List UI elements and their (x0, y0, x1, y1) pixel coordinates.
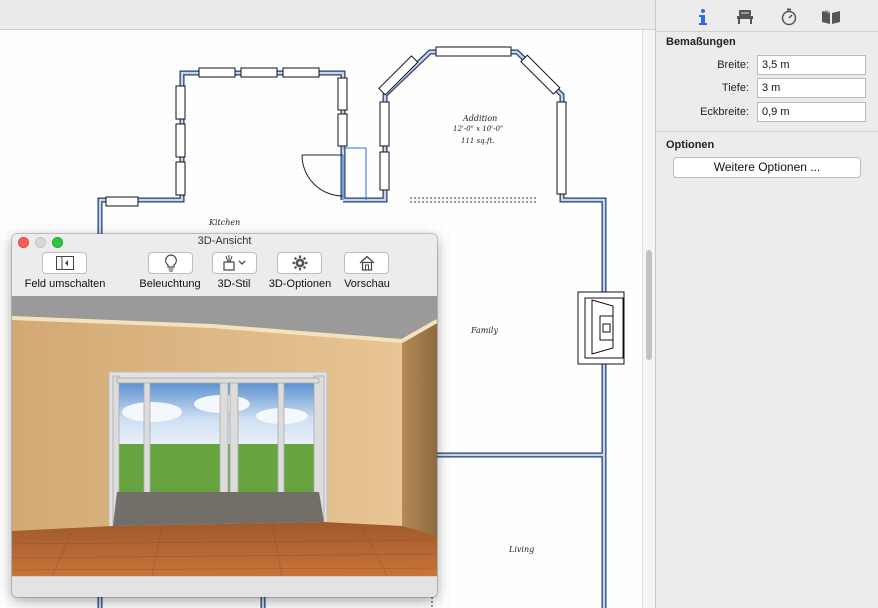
top-toolbar (0, 0, 655, 30)
dimensions-section-title: Bemaßungen (666, 36, 736, 48)
toggle-panel-label: Feld umschalten (24, 278, 106, 290)
room-dims-addition: 12'-0" x 10'-0" (453, 125, 504, 133)
scrollbar-thumb[interactable] (646, 250, 652, 360)
vertical-scrollbar[interactable] (642, 30, 655, 608)
preview-button[interactable] (344, 252, 389, 274)
sidebar-toggle-icon (55, 256, 74, 270)
room-label-living: Living (509, 545, 535, 554)
lighting-button[interactable] (148, 252, 193, 274)
corner-width-field[interactable] (757, 102, 866, 122)
3d-viewport[interactable] (12, 296, 437, 576)
fireplace-symbol (577, 291, 625, 365)
3d-style-button[interactable] (212, 252, 257, 274)
width-row: Breite: (656, 55, 878, 77)
room-label-family: Family (471, 326, 498, 335)
timer-icon[interactable] (778, 6, 800, 28)
3d-window-footer (12, 576, 437, 597)
app-window: Kitchen Addition 12'-0" x 10'-0" 111 sq.… (0, 0, 878, 608)
depth-row: Tiefe: (656, 78, 878, 100)
lightbulb-icon (164, 254, 177, 272)
preview-label: Vorschau (344, 278, 390, 290)
3d-view-title: 3D-Ansicht (197, 235, 252, 247)
room-label-kitchen: Kitchen (209, 218, 241, 227)
toggle-panel-button[interactable] (42, 252, 87, 274)
house-icon (359, 255, 374, 271)
inspector-panel: Bemaßungen Breite: Tiefe: Eckbreite: Opt… (655, 0, 878, 608)
3d-options-label: 3D-Optionen (268, 278, 332, 290)
info-icon[interactable] (692, 6, 714, 28)
3d-options-button[interactable] (277, 252, 322, 274)
options-section-title: Optionen (666, 139, 715, 151)
corner-width-label: Eckbreite: (700, 106, 749, 118)
corner-width-row: Eckbreite: (656, 102, 878, 124)
width-label: Breite: (717, 59, 749, 71)
3d-view-window: 3D-Ansicht Feld umschalten Beleuchtung 3… (12, 234, 437, 597)
room-area-addition: 111 sq.ft. (461, 137, 495, 145)
lighting-label: Beleuchtung (139, 278, 201, 290)
room-label-addition: Addition (463, 114, 498, 123)
brush-icon (222, 255, 245, 271)
inspector-tabs (656, 0, 878, 32)
3d-style-label: 3D-Stil (217, 278, 251, 290)
library-icon[interactable] (820, 6, 842, 28)
section-divider (656, 131, 878, 132)
furniture-icon[interactable] (734, 6, 756, 28)
depth-field[interactable] (757, 78, 866, 98)
gear-icon (292, 255, 307, 271)
more-options-button[interactable]: Weitere Optionen ... (673, 157, 861, 178)
3d-render (12, 296, 437, 576)
depth-label: Tiefe: (721, 82, 749, 94)
width-field[interactable] (757, 55, 866, 75)
